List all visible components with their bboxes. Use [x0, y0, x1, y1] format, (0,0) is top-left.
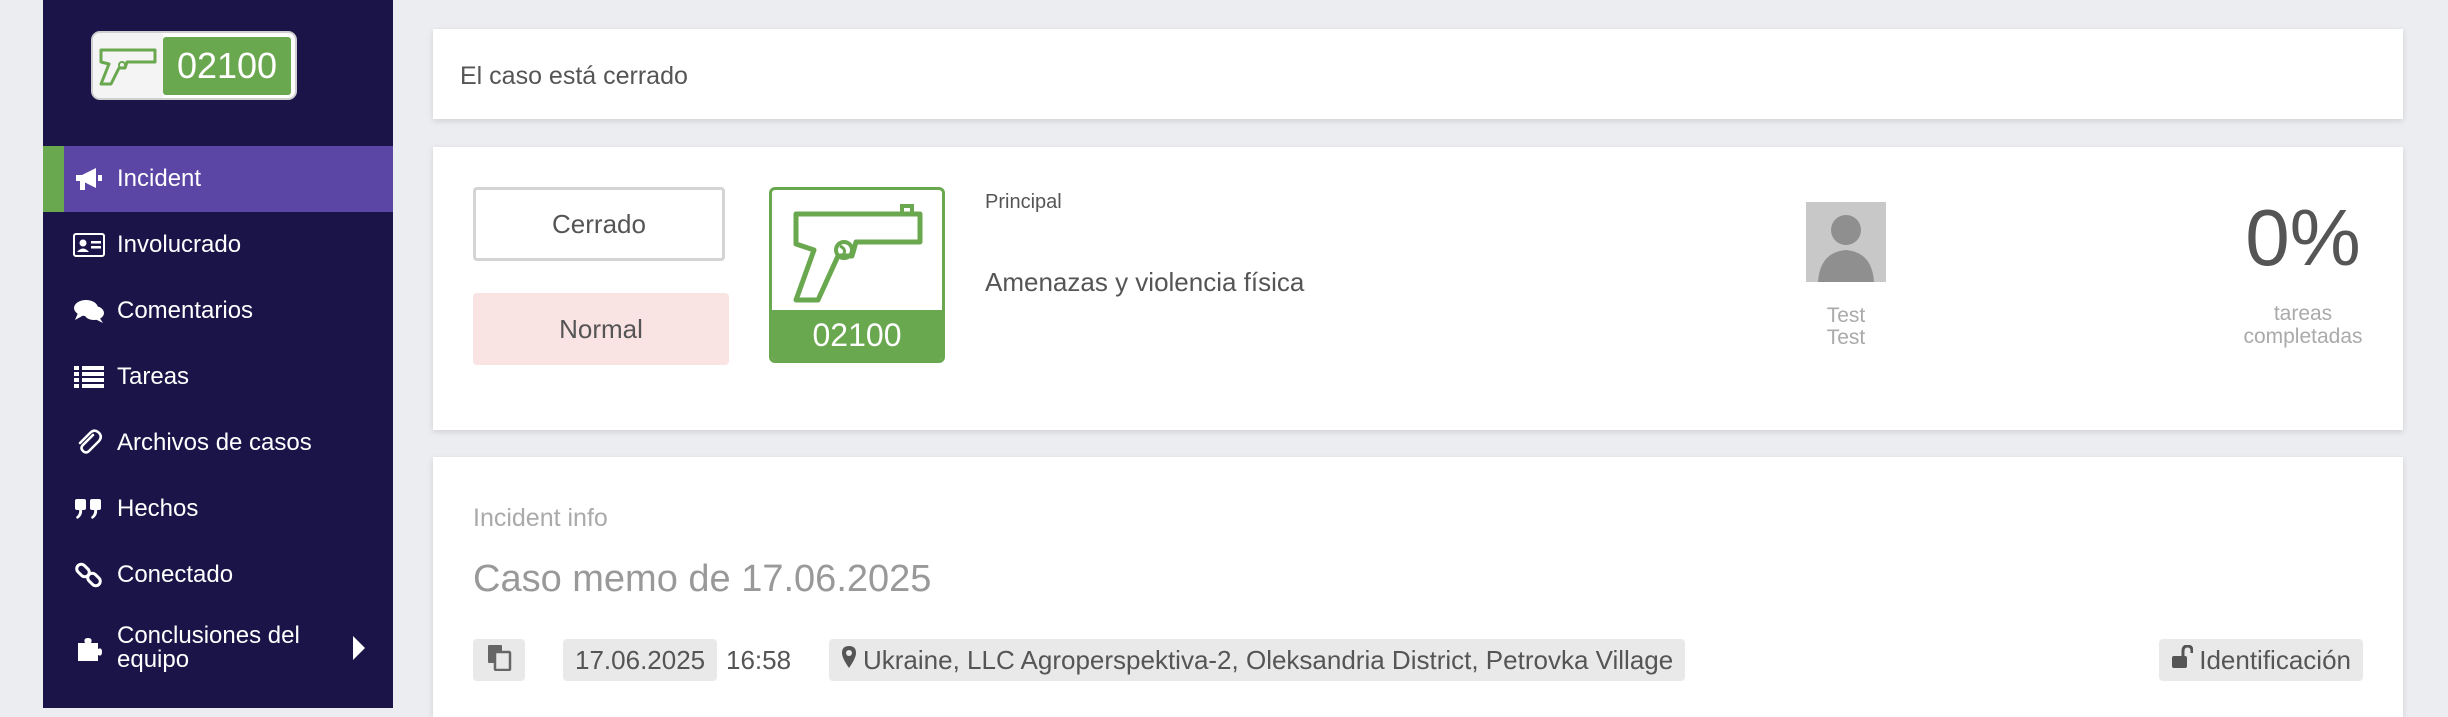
case-category-badge[interactable]: 02100: [91, 31, 297, 100]
identification-button[interactable]: Identificación: [2159, 639, 2363, 681]
submenu-caret-icon[interactable]: [353, 636, 365, 660]
sidebar-item-hechos[interactable]: Hechos: [43, 476, 393, 542]
case-summary-card: Cerrado Normal 02100 Principal Amenazas …: [433, 147, 2403, 430]
status-button[interactable]: Cerrado: [473, 187, 725, 261]
tasks-percent: 0%: [2245, 193, 2361, 282]
sidebar-item-incident[interactable]: Incident: [43, 146, 393, 212]
identification-label: Identificación: [2199, 644, 2351, 675]
section-label: Incident info: [473, 504, 608, 532]
assignee-name: Test Test: [1826, 304, 1866, 349]
location-text: Ukraine, LLC Agroperspektiva-2, Oleksand…: [863, 644, 1674, 675]
puzzle-icon: [71, 633, 107, 663]
category-tile[interactable]: 02100: [769, 187, 945, 363]
logo-code: 02100: [163, 36, 291, 95]
sidebar-item-label: Tareas: [117, 363, 190, 390]
page-title: Caso memo de 17.06.2025: [473, 558, 932, 600]
date-chip: 17.06.2025: [563, 639, 718, 681]
case-status-banner: El caso está cerrado: [433, 29, 2403, 119]
sidebar-item-involucrado[interactable]: Involucrado: [43, 212, 393, 278]
sidebar-item-label: Comentarios: [117, 297, 254, 324]
priority-button[interactable]: Normal: [473, 293, 729, 365]
category-code: 02100: [772, 310, 942, 360]
map-pin-icon: [841, 645, 857, 676]
sidebar-nav: Incident Involucrado Comentarios Tareas …: [43, 146, 393, 688]
sidebar-item-archivos[interactable]: Archivos de casos: [43, 410, 393, 476]
sidebar-item-conclusiones[interactable]: Conclusiones del equipo: [43, 608, 393, 688]
avatar[interactable]: [1806, 202, 1886, 282]
sidebar-item-label: Conclusiones del equipo: [117, 622, 300, 673]
sidebar-item-label: Archivos de casos: [117, 429, 312, 456]
pistol-icon: [772, 190, 942, 312]
sidebar: 02100 Incident Involucrado Comentarios T…: [43, 0, 393, 708]
location-chip[interactable]: Ukraine, LLC Agroperspektiva-2, Oleksand…: [829, 639, 1686, 681]
sidebar-item-conectado[interactable]: Conectado: [43, 542, 393, 608]
tasks-label: tareas completadas: [2243, 302, 2363, 348]
id-card-icon: [71, 230, 107, 260]
time-text: 16:58: [726, 645, 792, 675]
sidebar-item-comentarios[interactable]: Comentarios: [43, 278, 393, 344]
unlock-icon: [2171, 643, 2194, 676]
clipboard-icon: [486, 643, 512, 678]
category-label: Principal: [985, 191, 1062, 213]
comments-icon: [71, 296, 107, 326]
case-status-text: El caso está cerrado: [460, 62, 688, 90]
sidebar-item-label: Incident: [117, 165, 202, 192]
pistol-icon: [93, 33, 163, 98]
paperclip-icon: [71, 428, 107, 458]
sidebar-item-label: Hechos: [117, 495, 199, 522]
copy-button[interactable]: [473, 639, 525, 681]
sidebar-item-tareas[interactable]: Tareas: [43, 344, 393, 410]
sidebar-item-label: Involucrado: [117, 231, 242, 258]
sidebar-item-label: Conectado: [117, 561, 234, 588]
list-icon: [71, 362, 107, 392]
quote-icon: [71, 494, 107, 524]
megaphone-icon: [71, 164, 107, 194]
incident-info-card: Incident info Caso memo de 17.06.2025 17…: [433, 457, 2403, 717]
link-icon: [71, 560, 107, 590]
category-name: Amenazas y violencia física: [985, 267, 1305, 297]
